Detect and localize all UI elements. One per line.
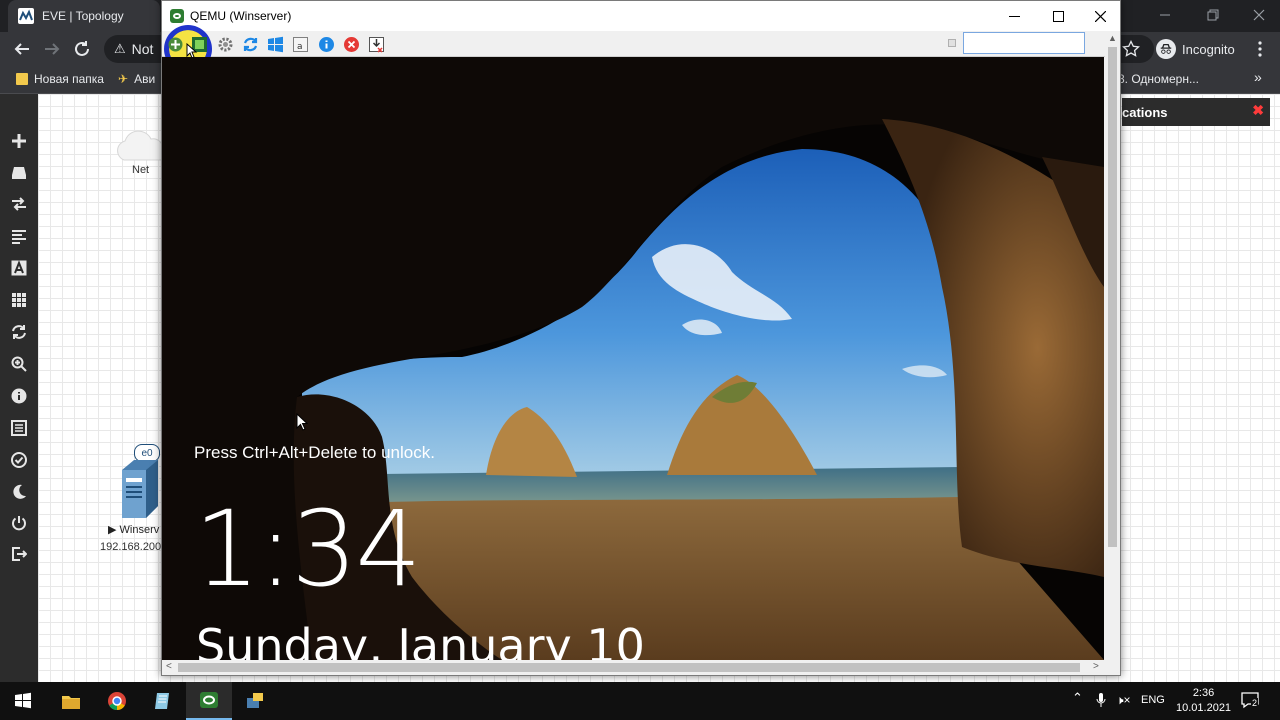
bookmark-item-right[interactable]: 8. Одномерн... xyxy=(1118,72,1199,86)
warning-icon: ⚠ xyxy=(114,41,126,56)
vm-mouse-cursor-icon xyxy=(296,413,308,431)
horizontal-scroll-thumb[interactable] xyxy=(178,663,1080,672)
qemu-search-input[interactable] xyxy=(963,32,1085,54)
plane-icon: ✈ xyxy=(118,72,129,86)
qemu-taskbar-icon[interactable] xyxy=(186,682,232,720)
notifications-title: cations xyxy=(1122,104,1168,120)
logout-icon[interactable] xyxy=(10,545,28,563)
add-icon[interactable] xyxy=(10,132,28,150)
send-keys-icon[interactable] xyxy=(166,35,184,53)
qemu-minimize-button[interactable] xyxy=(992,1,1036,31)
qemu-close-button[interactable] xyxy=(1078,1,1122,31)
windows-key-icon[interactable] xyxy=(266,35,284,53)
taskbar-clock[interactable]: 2:36 10.01.2021 xyxy=(1176,686,1231,716)
ctrl-alt-del-icon[interactable] xyxy=(367,35,385,53)
back-button[interactable] xyxy=(10,37,34,61)
unlock-instruction: Press Ctrl+Alt+Delete to unlock. xyxy=(194,443,435,462)
text-icon[interactable] xyxy=(10,259,28,277)
bookmark-item[interactable]: ✈ Ави xyxy=(118,72,155,86)
taskbar-time: 2:36 xyxy=(1192,687,1215,699)
chrome-icon[interactable] xyxy=(94,682,140,720)
toolbar-grip-icon xyxy=(948,39,956,47)
cloud-network-label: Net xyxy=(132,164,150,176)
language-indicator[interactable]: ENG xyxy=(1141,694,1165,706)
vertical-scrollbar[interactable]: ▲ xyxy=(1105,31,1120,660)
networks-icon[interactable] xyxy=(10,195,28,213)
server-node-label[interactable]: ▶ Winserv xyxy=(108,523,159,536)
vertical-scroll-thumb[interactable] xyxy=(1108,47,1117,547)
browser-tab[interactable]: EVE | Topology xyxy=(8,0,160,32)
scroll-left-arrow-icon[interactable]: < xyxy=(166,661,172,672)
volume-muted-icon[interactable]: 🕨× xyxy=(1116,693,1131,708)
network-app-icon[interactable] xyxy=(232,682,278,720)
disconnect-icon[interactable] xyxy=(342,35,360,53)
status-check-icon[interactable] xyxy=(10,451,28,469)
scroll-corner xyxy=(1105,660,1120,675)
info-icon[interactable] xyxy=(10,387,28,405)
grid-icon[interactable] xyxy=(10,291,28,309)
horizontal-scrollbar[interactable]: < > xyxy=(162,660,1105,675)
bookmark-label: Ави xyxy=(134,72,156,86)
server-node-icon[interactable] xyxy=(118,458,160,520)
browser-menu-icon[interactable] xyxy=(1252,40,1268,58)
play-icon: ▶ xyxy=(108,524,120,536)
folder-icon xyxy=(16,73,28,85)
bookmarks-overflow-icon[interactable]: » xyxy=(1254,69,1262,85)
notification-count: 2 xyxy=(1251,698,1259,708)
svg-text:a: a xyxy=(297,42,303,52)
startup-config-icon[interactable] xyxy=(10,227,28,245)
vm-display[interactable]: Press Ctrl+Alt+Delete to unlock. 1:34 Su… xyxy=(162,57,1104,660)
dark-mode-icon[interactable] xyxy=(10,483,28,501)
bookmark-label: Новая папка xyxy=(34,72,104,86)
scroll-right-arrow-icon[interactable]: > xyxy=(1093,661,1099,672)
microphone-icon[interactable] xyxy=(1096,692,1106,711)
browser-close-button[interactable] xyxy=(1236,0,1280,30)
bookmark-folder[interactable]: Новая папка xyxy=(16,72,104,86)
tray-overflow-icon[interactable]: ⌃ xyxy=(1072,690,1083,706)
bookmark-label: 8. Одномерн... xyxy=(1118,72,1199,86)
zoom-icon[interactable] xyxy=(10,355,28,373)
start-button[interactable] xyxy=(0,682,46,720)
qemu-app-icon xyxy=(170,9,184,23)
browser-tab-title: EVE | Topology xyxy=(42,9,124,23)
windows-taskbar: ⌃ 🕨× ENG 2:36 10.01.2021 2 xyxy=(0,682,1280,720)
notes-app-icon[interactable] xyxy=(140,682,186,720)
forward-button[interactable] xyxy=(40,37,64,61)
file-explorer-icon[interactable] xyxy=(48,682,94,720)
notifications-header: cations ✖ xyxy=(1122,98,1270,126)
power-icon[interactable] xyxy=(10,514,28,532)
info-icon[interactable] xyxy=(317,35,335,53)
eve-favicon-icon xyxy=(18,8,34,24)
qemu-window: QEMU (Winserver) a Press Ctrl+Alt+Delete… xyxy=(161,0,1121,676)
list-icon[interactable] xyxy=(10,419,28,437)
close-notifications-icon[interactable]: ✖ xyxy=(1252,102,1264,119)
nodes-icon[interactable] xyxy=(10,164,28,182)
bookmark-star-icon[interactable] xyxy=(1122,39,1140,58)
qemu-title: QEMU (Winserver) xyxy=(190,9,292,23)
browser-restore-button[interactable] xyxy=(1190,0,1236,30)
incognito-indicator[interactable]: Incognito xyxy=(1156,38,1235,60)
refresh-icon[interactable] xyxy=(10,323,28,341)
taskbar-date: 10.01.2021 xyxy=(1176,702,1232,714)
incognito-label: Incognito xyxy=(1182,41,1235,57)
reload-button[interactable] xyxy=(70,37,94,61)
send-text-icon[interactable]: a xyxy=(291,35,309,53)
lockscreen-time: 1:34 xyxy=(194,488,422,610)
scroll-up-arrow-icon[interactable]: ▲ xyxy=(1108,33,1117,43)
address-text: Not xyxy=(131,41,154,57)
server-node-ip: 192.168.200 xyxy=(100,541,162,553)
qemu-maximize-button[interactable] xyxy=(1036,1,1080,31)
reconnect-icon[interactable] xyxy=(241,35,259,53)
lockscreen-date: Sunday, January 10 xyxy=(196,619,645,660)
notification-center-icon[interactable]: 2 xyxy=(1240,690,1260,710)
incognito-icon xyxy=(1156,39,1176,59)
settings-icon[interactable] xyxy=(216,35,234,53)
eve-sidebar xyxy=(0,94,38,682)
browser-minimize-button[interactable] xyxy=(1142,0,1188,30)
qemu-titlebar[interactable]: QEMU (Winserver) xyxy=(162,1,1120,31)
